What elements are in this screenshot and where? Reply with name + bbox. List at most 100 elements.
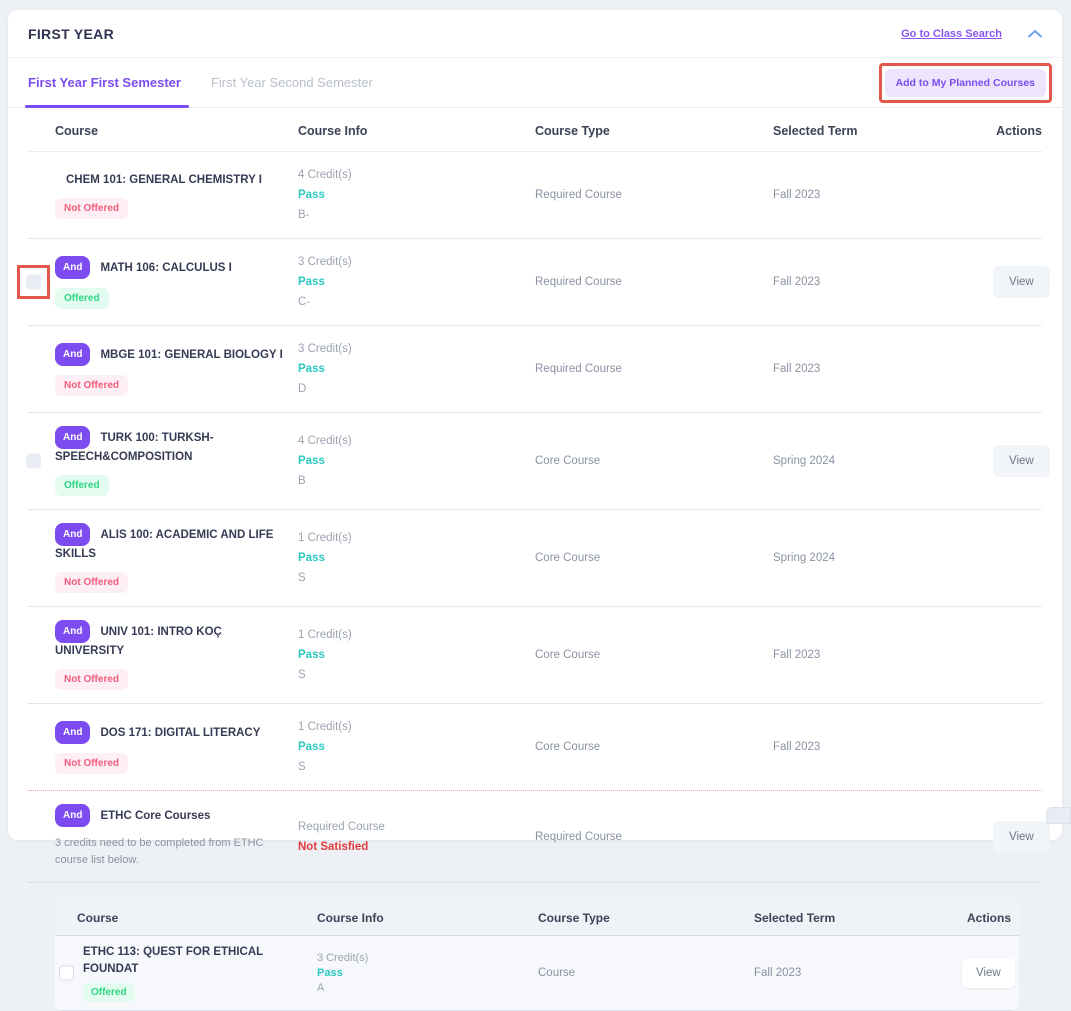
header-gutter [63, 906, 77, 928]
row-gutter [28, 326, 55, 412]
table-row-dos-171: And DOS 171: DIGITAL LITERACY Not Offered… [28, 704, 1042, 791]
selected-term: Fall 2023 [754, 959, 962, 987]
row-gutter [28, 413, 55, 509]
scroll-corner-fragment [1046, 807, 1071, 824]
add-to-planned-courses-button[interactable]: Add to My Planned Courses [885, 69, 1046, 97]
table-row-ethc-core-courses: AndETHC Core Courses 3 credits need to b… [28, 791, 1042, 883]
table-row-turk-100: AndTURK 100: TURKSH-SPEECH&COMPOSITION O… [28, 413, 1042, 510]
table-row-univ-101: AndUNIV 101: INTRO KOÇ UNIVERSITY Not Of… [28, 607, 1042, 704]
and-badge: And [55, 523, 90, 546]
column-actions: Actions [993, 108, 1042, 151]
view-button[interactable]: View [962, 958, 1015, 988]
status-badge: Offered [55, 288, 109, 309]
nested-table-header-row: Course Course Info Course Type Selected … [55, 899, 1019, 935]
course-credits: 1 Credit(s) [298, 717, 535, 737]
first-year-panel: FIRST YEAR Go to Class Search First Year… [8, 10, 1062, 840]
table-row-ethc-113: ETHC 113: QUEST FOR ETHICAL FOUNDAT Offe… [55, 935, 1019, 1011]
course-type: Core Course [535, 636, 773, 674]
row-checkbox[interactable] [26, 454, 41, 469]
table-row-alis-100: AndALIS 100: ACADEMIC AND LIFE SKILLS No… [28, 510, 1042, 607]
course-title: And DOS 171: DIGITAL LITERACY [55, 721, 283, 744]
row-checkbox[interactable] [59, 966, 74, 981]
course-credits: 1 Credit(s) [298, 625, 535, 645]
column-course-type: Course Type [535, 108, 773, 151]
tab-first-year-second-semester[interactable]: First Year Second Semester [211, 58, 373, 107]
course-title: CHEM 101: GENERAL CHEMISTRY I [55, 172, 283, 189]
course-credits: 3 Credit(s) [298, 339, 535, 359]
course-pass: Pass [317, 966, 538, 981]
course-grade: S [298, 665, 535, 685]
status-badge: Offered [83, 983, 135, 1002]
and-badge: And [55, 343, 90, 366]
row-gutter [28, 239, 55, 325]
course-pass: Pass [298, 185, 535, 205]
column-course-info: Course Info [317, 899, 538, 935]
course-credits: 3 Credit(s) [317, 951, 538, 966]
status-badge: Offered [55, 475, 109, 496]
panel-header: FIRST YEAR Go to Class Search [8, 10, 1062, 58]
course-type: Core Course [535, 728, 773, 766]
annotation-checkbox-highlight [17, 265, 50, 299]
ethc-course-list-table: Course Course Info Course Type Selected … [55, 899, 1019, 1011]
header-gutter [28, 115, 55, 144]
column-actions: Actions [962, 899, 1011, 935]
column-course: Course [55, 108, 298, 151]
status-badge: Not Offered [55, 753, 128, 774]
course-grade: S [298, 757, 535, 777]
course-title: ETHC 113: QUEST FOR ETHICAL FOUNDAT [83, 944, 311, 978]
course-credits: 1 Credit(s) [298, 528, 535, 548]
course-title: AndUNIV 101: INTRO KOÇ UNIVERSITY [55, 620, 283, 660]
selected-term: Spring 2024 [773, 442, 993, 480]
and-badge: And [55, 620, 90, 643]
course-grade: B [298, 471, 535, 491]
view-button[interactable]: View [993, 821, 1050, 853]
course-grade: D [298, 379, 535, 399]
tabs-row: First Year First Semester First Year Sec… [8, 58, 1062, 108]
course-type: Core Course [535, 442, 773, 480]
column-course-info: Course Info [298, 108, 535, 151]
row-gutter [28, 510, 55, 606]
and-badge: And [55, 426, 90, 449]
table-row-math-106: AndMATH 106: CALCULUS I Offered 3 Credit… [28, 239, 1042, 326]
selected-term: Fall 2023 [773, 176, 993, 214]
table-row-chem-101: CHEM 101: GENERAL CHEMISTRY I Not Offere… [28, 152, 1042, 239]
course-type: Required Course [535, 818, 773, 856]
and-badge: And [55, 721, 90, 744]
selected-term: Fall 2023 [773, 263, 993, 301]
course-title-text: DOS 171: DIGITAL LITERACY [100, 727, 260, 739]
tab-first-year-first-semester[interactable]: First Year First Semester [28, 58, 181, 107]
group-requirement: Required Course [298, 817, 535, 837]
group-description: 3 credits need to be completed from ETHC… [55, 835, 284, 869]
column-selected-term: Selected Term [754, 899, 962, 935]
view-button[interactable]: View [993, 445, 1050, 477]
course-pass: Pass [298, 645, 535, 665]
page-title: FIRST YEAR [28, 26, 114, 42]
not-satisfied-label: Not Satisfied [298, 837, 535, 857]
column-course: Course [77, 899, 317, 935]
course-title: AndMATH 106: CALCULUS I [55, 256, 283, 279]
course-pass: Pass [298, 359, 535, 379]
chevron-up-icon[interactable] [1028, 29, 1042, 38]
status-badge: Not Offered [55, 669, 128, 690]
status-badge: Not Offered [55, 572, 128, 593]
row-gutter [28, 791, 55, 882]
selected-term [773, 824, 993, 850]
column-selected-term: Selected Term [773, 108, 993, 151]
annotation-add-button-highlight: Add to My Planned Courses [879, 63, 1052, 103]
table-header-row: Course Course Info Course Type Selected … [28, 108, 1042, 152]
table-row-mbge-101: AndMBGE 101: GENERAL BIOLOGY I Not Offer… [28, 326, 1042, 413]
course-title: AndTURK 100: TURKSH-SPEECH&COMPOSITION [55, 426, 255, 466]
course-pass: Pass [298, 548, 535, 568]
course-pass: Pass [298, 451, 535, 471]
course-pass: Pass [298, 272, 535, 292]
course-type: Required Course [535, 176, 773, 214]
course-title: AndMBGE 101: GENERAL BIOLOGY I [55, 343, 283, 366]
go-to-class-search-link[interactable]: Go to Class Search [901, 28, 1002, 40]
view-button[interactable]: View [993, 266, 1050, 298]
course-credits: 3 Credit(s) [298, 252, 535, 272]
course-title: AndALIS 100: ACADEMIC AND LIFE SKILLS [55, 523, 283, 563]
course-table: Course Course Info Course Type Selected … [8, 108, 1062, 1011]
course-type: Required Course [535, 350, 773, 388]
course-grade: B- [298, 205, 535, 225]
course-type: Required Course [535, 263, 773, 301]
